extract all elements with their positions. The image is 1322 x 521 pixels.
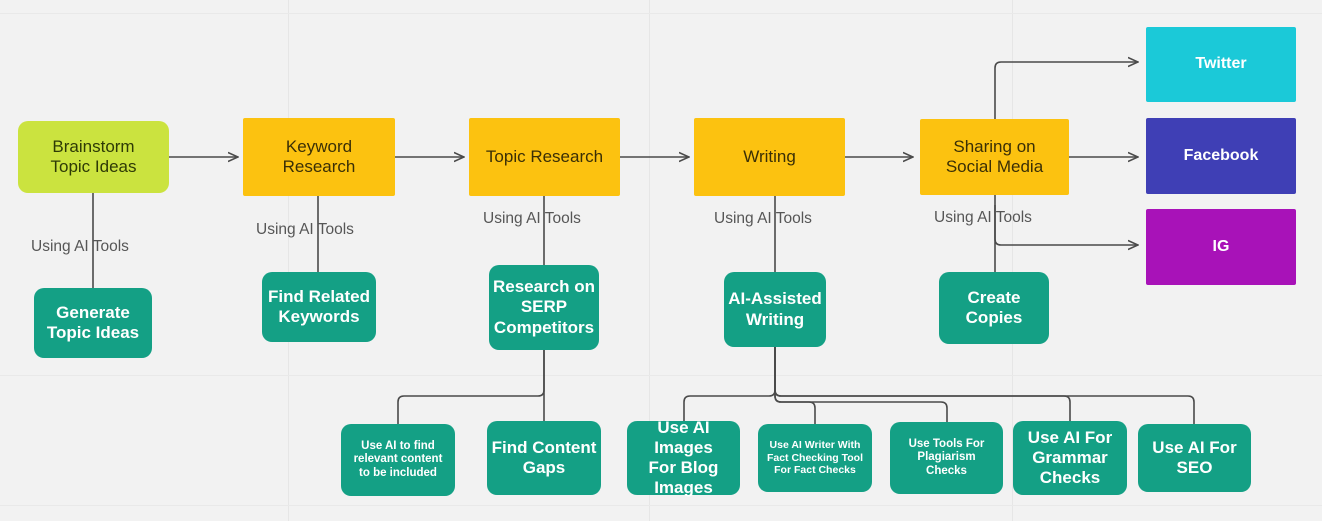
subtask-find-content-gaps[interactable]: Find Content Gaps bbox=[487, 421, 601, 495]
task-create-copies[interactable]: Create Copies bbox=[939, 272, 1049, 344]
social-channel-facebook[interactable]: Facebook bbox=[1146, 118, 1296, 194]
stage-keyword-research[interactable]: Keyword Research bbox=[243, 118, 395, 196]
subtask-use-tools-plagiarism-checks[interactable]: Use Tools For Plagiarism Checks bbox=[890, 422, 1003, 494]
subtask-use-ai-writer-fact-checks[interactable]: Use AI Writer With Fact Checking Tool Fo… bbox=[758, 424, 872, 492]
subtask-use-ai-seo[interactable]: Use AI For SEO bbox=[1138, 424, 1251, 492]
edge-aiwriting-to-seo bbox=[774, 347, 1195, 424]
gridline-horizontal bbox=[0, 505, 1322, 506]
edge-label-using-ai-tools: Using AI Tools bbox=[714, 210, 812, 227]
edge-sharing-to-twitter bbox=[994, 62, 1138, 121]
gridline-horizontal bbox=[0, 13, 1322, 14]
subtask-use-ai-grammar-checks[interactable]: Use AI For Grammar Checks bbox=[1013, 421, 1127, 495]
edge-aiwriting-to-plagiarism bbox=[774, 347, 948, 424]
edge-aiwriting-to-grammar bbox=[774, 347, 1071, 424]
edge-label-using-ai-tools: Using AI Tools bbox=[934, 209, 1032, 226]
edge-aiwriting-to-ai-images bbox=[683, 347, 776, 424]
edge-serp-to-relevant-content bbox=[397, 350, 545, 424]
social-channel-twitter[interactable]: Twitter bbox=[1146, 27, 1296, 102]
gridline-vertical bbox=[288, 0, 289, 521]
stage-topic-research[interactable]: Topic Research bbox=[469, 118, 620, 196]
task-generate-topic-ideas[interactable]: Generate Topic Ideas bbox=[34, 288, 152, 358]
task-ai-assisted-writing[interactable]: AI-Assisted Writing bbox=[724, 272, 826, 347]
task-find-related-keywords[interactable]: Find Related Keywords bbox=[262, 272, 376, 342]
edge-aiwriting-to-fact-checks bbox=[774, 347, 816, 424]
subtask-use-ai-images-for-blog[interactable]: Use AI Images For Blog Images bbox=[627, 418, 740, 497]
stage-sharing-on-social-media[interactable]: Sharing on Social Media bbox=[920, 119, 1069, 195]
social-channel-instagram[interactable]: IG bbox=[1146, 209, 1296, 285]
flowchart-canvas: Brainstorm Topic Ideas Keyword Research … bbox=[0, 0, 1322, 521]
stage-brainstorm-topic-ideas[interactable]: Brainstorm Topic Ideas bbox=[18, 121, 169, 193]
gridline-horizontal bbox=[0, 375, 1322, 376]
stage-writing[interactable]: Writing bbox=[694, 118, 845, 196]
edge-label-using-ai-tools: Using AI Tools bbox=[31, 238, 129, 255]
subtask-use-ai-find-relevant-content[interactable]: Use AI to find relevant content to be in… bbox=[341, 424, 455, 496]
task-research-serp-competitors[interactable]: Research on SERP Competitors bbox=[489, 265, 599, 350]
edge-label-using-ai-tools: Using AI Tools bbox=[256, 221, 354, 238]
edge-label-using-ai-tools: Using AI Tools bbox=[483, 210, 581, 227]
